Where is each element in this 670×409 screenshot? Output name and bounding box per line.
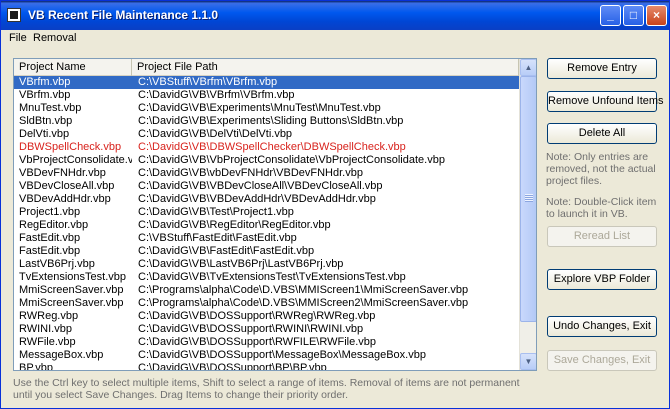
project-name-cell: MmiScreenSaver.vbp xyxy=(19,284,124,296)
list-rows: VBrfm.vbp C:\VBStuff\VBrfm\VBrfm.vbp VBrfm… xyxy=(14,76,519,370)
project-path-cell: C:\DavidG\VB\DOSSupport\RWINI\RWINI.vbp xyxy=(138,323,364,335)
vb-app-icon[interactable] xyxy=(7,8,21,22)
menu-file[interactable]: File xyxy=(9,32,27,44)
list-item[interactable]: VBrfm.vbp C:\DavidG\VB\VBrfm\VBrfm.vbp xyxy=(14,89,519,102)
project-path-cell: C:\DavidG\VB\VbProjectConsolidate\VbProj… xyxy=(138,154,445,166)
column-project-name[interactable]: Project Name xyxy=(14,59,132,76)
project-path-cell: C:\DavidG\VB\FastEdit\FastEdit.vbp xyxy=(138,245,315,257)
minimize-button[interactable]: _ xyxy=(600,5,621,26)
note-double-click: Note: Double-Click item to launch it in … xyxy=(546,196,657,220)
list-item[interactable]: DBWSpellCheck.vbp C:\DavidG\VB\DBWSpellCh… xyxy=(14,141,519,154)
list-item[interactable]: VBDevFNHdr.vbp C:\DavidG\VB\vbDevFNHdr\VB… xyxy=(14,167,519,180)
project-path-cell: C:\DavidG\VB\Experiments\Sliding Buttons… xyxy=(138,115,404,127)
remove-unfound-items-button[interactable]: Remove Unfound Items xyxy=(547,91,664,112)
undo-changes-exit-button[interactable]: Undo Changes, Exit xyxy=(547,316,657,337)
project-name-cell: DelVti.vbp xyxy=(19,128,70,140)
note-only-entries: Note: Only entries are removed, not the … xyxy=(546,151,656,187)
list-item[interactable]: TvExtensionsTest.vbp C:\DavidG\VB\TvExten… xyxy=(14,271,519,284)
project-name-cell: RWINI.vbp xyxy=(19,323,72,335)
project-name-cell: MmiScreenSaver.vbp xyxy=(19,297,124,309)
list-item[interactable]: BP.vbp C:\DavidG\VB\DOSSupport\BP\BP.vbp xyxy=(14,362,519,370)
project-path-cell: C:\VBStuff\VBrfm\VBrfm.vbp xyxy=(138,76,278,88)
main-window: VB Recent File Maintenance 1.1.0 _ □ × F… xyxy=(0,0,670,409)
project-path-cell: C:\DavidG\VB\RegEditor\RegEditor.vbp xyxy=(138,219,331,231)
list-item[interactable]: VBDevCloseAll.vbp C:\DavidG\VB\VBDevClose… xyxy=(14,180,519,193)
list-item[interactable]: SldBtn.vbp C:\DavidG\VB\Experiments\Slidi… xyxy=(14,115,519,128)
title-bar[interactable]: VB Recent File Maintenance 1.1.0 _ □ × xyxy=(1,1,669,30)
explore-vbp-folder-button[interactable]: Explore VBP Folder xyxy=(547,269,657,290)
project-name-cell: RegEditor.vbp xyxy=(19,219,89,231)
menu-removal[interactable]: Removal xyxy=(33,32,76,44)
close-button[interactable]: × xyxy=(646,5,667,26)
list-item[interactable]: Project1.vbp C:\DavidG\VB\Test\Project1.v… xyxy=(14,206,519,219)
project-path-cell: C:\DavidG\VB\DBWSpellChecker\DBWSpellChe… xyxy=(138,141,406,153)
scroll-thumb[interactable] xyxy=(520,76,536,322)
project-path-cell: C:\DavidG\VB\TvExtensionsTest\TvExtensio… xyxy=(138,271,406,283)
remove-entry-button[interactable]: Remove Entry xyxy=(547,58,657,79)
project-path-cell: C:\DavidG\VB\DOSSupport\BP\BP.vbp xyxy=(138,362,327,370)
project-list[interactable]: Project Name Project File Path VBrfm.vbp… xyxy=(13,58,537,371)
project-name-cell: FastEdit.vbp xyxy=(19,232,81,244)
list-item[interactable]: LastVB6Prj.vbp C:\DavidG\VB\LastVB6Prj\La… xyxy=(14,258,519,271)
project-name-cell: VBrfm.vbp xyxy=(19,89,71,101)
list-item[interactable]: MmiScreenSaver.vbp C:\Programs\alpha\Code… xyxy=(14,297,519,310)
project-path-cell: C:\DavidG\VB\DOSSupport\MessageBox\Messa… xyxy=(138,349,426,361)
project-path-cell: C:\DavidG\VB\Test\Project1.vbp xyxy=(138,206,294,218)
project-path-cell: C:\Programs\alpha\Code\D.VBS\MMIScreen1\… xyxy=(138,284,469,296)
list-item[interactable]: VBDevAddHdr.vbp C:\DavidG\VB\VBDevAddHdr\… xyxy=(14,193,519,206)
project-name-cell: MnuTest.vbp xyxy=(19,102,82,114)
list-item[interactable]: MmiScreenSaver.vbp C:\Programs\alpha\Code… xyxy=(14,284,519,297)
window-title: VB Recent File Maintenance 1.1.0 xyxy=(28,8,219,22)
column-project-file-path[interactable]: Project File Path xyxy=(132,59,519,76)
save-changes-exit-button[interactable]: Save Changes, Exit xyxy=(547,350,657,371)
project-name-cell: VBDevFNHdr.vbp xyxy=(19,167,106,179)
list-item[interactable]: RWINI.vbp C:\DavidG\VB\DOSSupport\RWINI\R… xyxy=(14,323,519,336)
project-name-cell: RWReg.vbp xyxy=(19,310,79,322)
project-path-cell: C:\DavidG\VB\vbDevFNHdr\VBDevFNHdr.vbp xyxy=(138,167,363,179)
project-name-cell: VBDevAddHdr.vbp xyxy=(19,193,111,205)
project-name-cell: BP.vbp xyxy=(19,362,54,370)
help-text: Use the Ctrl key to select multiple item… xyxy=(13,377,520,401)
menu-bar: File Removal xyxy=(1,30,669,48)
project-path-cell: C:\Programs\alpha\Code\D.VBS\MMIScreen2\… xyxy=(138,297,469,309)
list-item[interactable]: FastEdit.vbp C:\DavidG\VB\FastEdit\FastEd… xyxy=(14,245,519,258)
list-item[interactable]: RWFile.vbp C:\DavidG\VB\DOSSupport\RWFILE… xyxy=(14,336,519,349)
list-item[interactable]: VBrfm.vbp C:\VBStuff\VBrfm\VBrfm.vbp xyxy=(14,76,519,89)
list-item[interactable]: DelVti.vbp C:\DavidG\VB\DelVti\DelVti.vbp xyxy=(14,128,519,141)
delete-all-button[interactable]: Delete All xyxy=(547,123,657,144)
project-name-cell: VBDevCloseAll.vbp xyxy=(19,180,115,192)
project-path-cell: C:\DavidG\VB\VBDevAddHdr\VBDevAddHdr.vbp xyxy=(138,193,376,205)
list-item[interactable]: MessageBox.vbp C:\DavidG\VB\DOSSupport\Me… xyxy=(14,349,519,362)
project-path-cell: C:\VBStuff\FastEdit\FastEdit.vbp xyxy=(138,232,297,244)
vertical-scrollbar[interactable]: ▲ ▼ xyxy=(519,59,536,370)
reread-list-button[interactable]: Reread List xyxy=(547,226,657,247)
project-path-cell: C:\DavidG\VB\VBrfm\VBrfm.vbp xyxy=(138,89,295,101)
list-item[interactable]: RegEditor.vbp C:\DavidG\VB\RegEditor\RegE… xyxy=(14,219,519,232)
project-name-cell: TvExtensionsTest.vbp xyxy=(19,271,126,283)
project-name-cell: VBrfm.vbp xyxy=(19,76,71,88)
project-path-cell: C:\DavidG\VB\Experiments\MnuTest\MnuTest… xyxy=(138,102,381,114)
scroll-down-arrow-icon[interactable]: ▼ xyxy=(520,353,536,370)
list-item[interactable]: RWReg.vbp C:\DavidG\VB\DOSSupport\RWReg\R… xyxy=(14,310,519,323)
scroll-up-arrow-icon[interactable]: ▲ xyxy=(520,59,536,76)
project-path-cell: C:\DavidG\VB\DelVti\DelVti.vbp xyxy=(138,128,293,140)
project-name-cell: DBWSpellCheck.vbp xyxy=(19,141,122,153)
maximize-button[interactable]: □ xyxy=(623,5,644,26)
project-name-cell: FastEdit.vbp xyxy=(19,245,81,257)
project-name-cell: VbProjectConsolidate.vbp xyxy=(19,154,132,166)
project-path-cell: C:\DavidG\VB\VBDevCloseAll\VBDevCloseAll… xyxy=(138,180,383,192)
project-name-cell: LastVB6Prj.vbp xyxy=(19,258,95,270)
project-name-cell: RWFile.vbp xyxy=(19,336,76,348)
project-path-cell: C:\DavidG\VB\LastVB6Prj\LastVB6Prj.vbp xyxy=(138,258,344,270)
project-path-cell: C:\DavidG\VB\DOSSupport\RWFILE\RWFile.vb… xyxy=(138,336,376,348)
list-item[interactable]: MnuTest.vbp C:\DavidG\VB\Experiments\MnuT… xyxy=(14,102,519,115)
project-name-cell: SldBtn.vbp xyxy=(19,115,73,127)
list-item[interactable]: VbProjectConsolidate.vbp C:\DavidG\VB\VbP… xyxy=(14,154,519,167)
project-path-cell: C:\DavidG\VB\DOSSupport\RWReg\RWReg.vbp xyxy=(138,310,376,322)
list-header: Project Name Project File Path xyxy=(14,59,519,76)
project-name-cell: Project1.vbp xyxy=(19,206,81,218)
project-name-cell: MessageBox.vbp xyxy=(19,349,104,361)
list-item[interactable]: FastEdit.vbp C:\VBStuff\FastEdit\FastEdit… xyxy=(14,232,519,245)
